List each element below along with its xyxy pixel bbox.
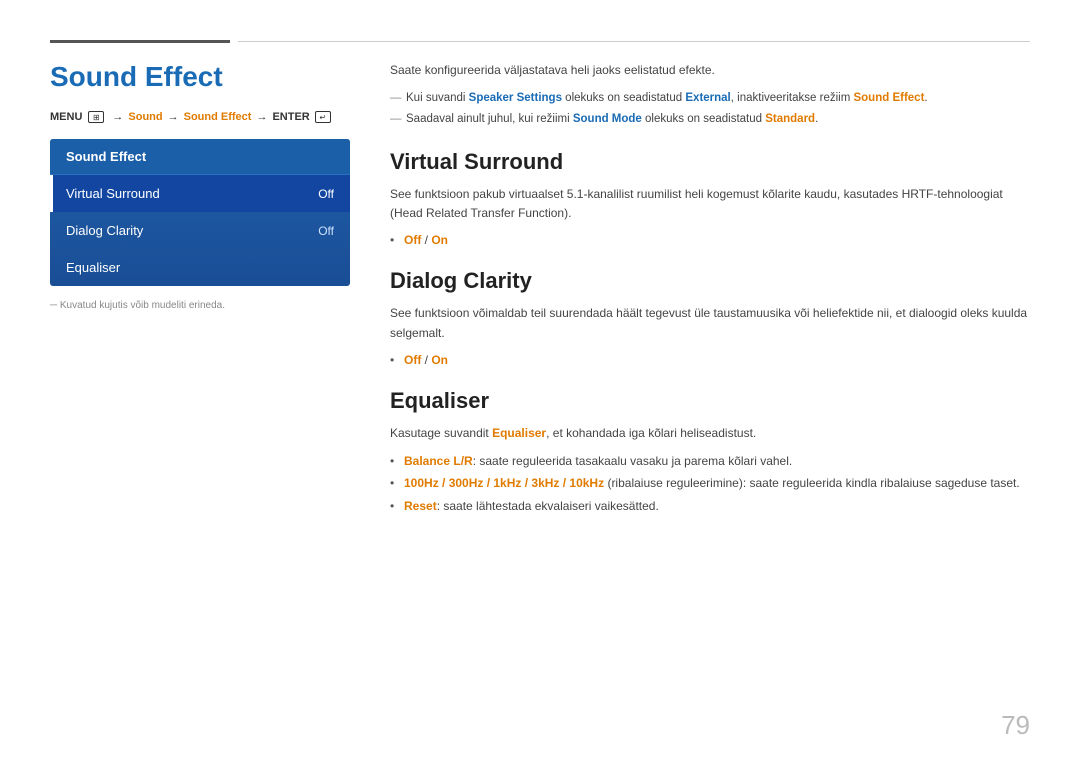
intro-b1-link1: Speaker Settings <box>469 92 562 104</box>
intro-b2-middle: olekuks on seadistatud <box>642 113 765 125</box>
sep2: → <box>168 111 179 123</box>
intro-b1-middle: olekuks on seadistatud <box>562 92 685 104</box>
dialog-clarity-bullets: Off / On <box>390 351 1030 370</box>
sound-link: Sound <box>128 111 162 123</box>
intro-b1-end: . <box>924 92 927 104</box>
menu-item-label-virtual-surround: Virtual Surround <box>66 186 160 201</box>
enter-icon: ↵ <box>315 111 331 123</box>
menu-label: MENU <box>50 111 82 123</box>
virtual-surround-desc: See funktsioon pakub virtuaalset 5.1-kan… <box>390 185 1030 223</box>
sound-effect-link: Sound Effect <box>184 111 252 123</box>
menu-icon: ⊞ <box>88 111 104 123</box>
rule-light <box>238 41 1030 42</box>
equaliser-bullet-freq: 100Hz / 300Hz / 1kHz / 3kHz / 10kHz (rib… <box>390 473 1030 493</box>
eq-freq-link: 100Hz / 300Hz / 1kHz / 3kHz / 10kHz <box>404 476 604 490</box>
dc-on: On <box>431 353 448 367</box>
vs-on: On <box>431 233 448 247</box>
intro-bullet-1: Kui suvandi Speaker Settings olekuks on … <box>390 89 1030 107</box>
intro-b1-prefix: Kui suvandi <box>406 92 469 104</box>
eq-balance-suffix: : saate reguleerida tasakaalu vasaku ja … <box>473 454 793 468</box>
intro-b2-link1: Sound Mode <box>573 113 642 125</box>
content-area: Sound Effect MENU ⊞ → Sound → Sound Effe… <box>50 61 1030 733</box>
sep1: → <box>112 111 123 123</box>
equaliser-bullet-reset: Reset: saate lähtestada ekvalaiseri vaik… <box>390 496 1030 516</box>
page-title: Sound Effect <box>50 61 350 93</box>
equaliser-desc-link: Equaliser <box>492 426 546 440</box>
vs-off: Off <box>404 233 421 247</box>
dialog-clarity-title: Dialog Clarity <box>390 268 1030 294</box>
intro-text: Saate konfigureerida väljastatava heli j… <box>390 61 1030 79</box>
dc-sep: / <box>421 353 431 367</box>
intro-b2-prefix: Saadaval ainult juhul, kui režiimi <box>406 113 573 125</box>
dialog-clarity-desc: See funktsioon võimaldab teil suurendada… <box>390 304 1030 342</box>
intro-b2-end: . <box>815 113 818 125</box>
intro-b1-link2: External <box>685 92 730 104</box>
equaliser-bullets: Balance L/R: saate reguleerida tasakaalu… <box>390 451 1030 516</box>
virtual-surround-bullets: Off / On <box>390 231 1030 250</box>
right-column: Saate konfigureerida väljastatava heli j… <box>390 61 1030 733</box>
enter-label: ENTER <box>272 111 309 123</box>
menu-panel-header: Sound Effect <box>50 139 350 175</box>
equaliser-title: Equaliser <box>390 388 1030 414</box>
menu-item-equaliser[interactable]: Equaliser <box>50 249 350 286</box>
equaliser-bullet-balance: Balance L/R: saate reguleerida tasakaalu… <box>390 451 1030 471</box>
intro-b2-link2: Standard <box>765 113 815 125</box>
dc-off: Off <box>404 353 421 367</box>
virtual-surround-title: Virtual Surround <box>390 149 1030 175</box>
menu-item-virtual-surround[interactable]: Virtual Surround Off <box>50 175 350 212</box>
intro-bullets: Kui suvandi Speaker Settings olekuks on … <box>390 89 1030 129</box>
dialog-clarity-bullet: Off / On <box>390 351 1030 370</box>
footnote: Kuvatud kujutis võib mudeliti erineda. <box>50 300 350 311</box>
page-container: Sound Effect MENU ⊞ → Sound → Sound Effe… <box>0 0 1080 763</box>
menu-item-label-dialog-clarity: Dialog Clarity <box>66 223 143 238</box>
eq-freq-suffix: (ribalaiuse reguleerimine): saate regule… <box>604 476 1020 490</box>
equaliser-desc: Kasutage suvandit Equaliser, et kohandad… <box>390 424 1030 443</box>
sep3: → <box>256 111 267 123</box>
intro-b1-suffix: , inaktiveeritakse režiim <box>731 92 854 104</box>
equaliser-desc-suffix: , et kohandada iga kõlari heliseadistust… <box>546 426 756 440</box>
menu-item-label-equaliser: Equaliser <box>66 260 120 275</box>
eq-reset-link: Reset <box>404 499 437 513</box>
eq-reset-suffix: : saate lähtestada ekvalaiseri vaikesätt… <box>437 499 659 513</box>
menu-item-dialog-clarity[interactable]: Dialog Clarity Off <box>50 212 350 249</box>
virtual-surround-bullet: Off / On <box>390 231 1030 250</box>
left-column: Sound Effect MENU ⊞ → Sound → Sound Effe… <box>50 61 350 733</box>
vs-sep: / <box>421 233 431 247</box>
menu-item-value-virtual-surround: Off <box>318 187 334 201</box>
rule-dark <box>50 40 230 43</box>
intro-bullet-2: Saadaval ainult juhul, kui režiimi Sound… <box>390 110 1030 128</box>
menu-panel: Sound Effect Virtual Surround Off Dialog… <box>50 139 350 286</box>
intro-b1-link3: Sound Effect <box>853 92 924 104</box>
eq-balance-link: Balance L/R <box>404 454 473 468</box>
page-number: 79 <box>1001 710 1030 741</box>
menu-item-value-dialog-clarity: Off <box>318 224 334 238</box>
top-rules <box>50 40 1030 43</box>
equaliser-desc-prefix: Kasutage suvandit <box>390 426 492 440</box>
menu-path: MENU ⊞ → Sound → Sound Effect → ENTER ↵ <box>50 111 350 123</box>
